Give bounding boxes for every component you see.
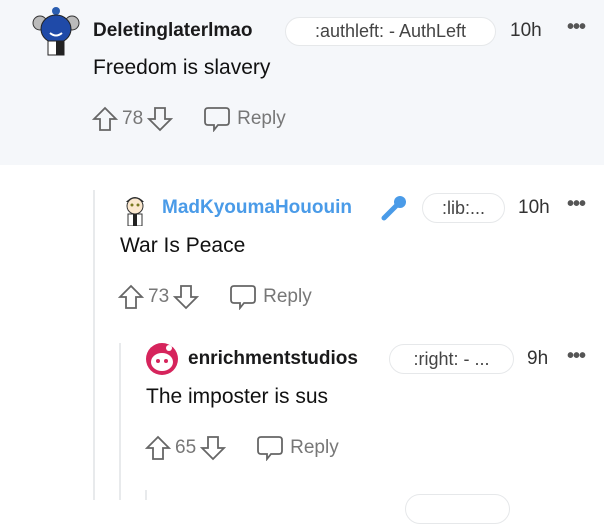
- reply-label: Reply: [263, 286, 312, 307]
- thread-line[interactable]: [93, 190, 95, 500]
- vote-count: 65: [175, 437, 197, 458]
- upvote-icon[interactable]: [145, 435, 171, 461]
- avatar[interactable]: [145, 342, 179, 376]
- more-options-button[interactable]: •••: [567, 193, 586, 216]
- comment-timestamp: 10h: [510, 20, 542, 41]
- vote-count: 78: [122, 108, 144, 129]
- more-options-button[interactable]: •••: [567, 16, 586, 39]
- user-flair: :authleft: - AuthLeft: [285, 17, 496, 46]
- comment-body: Freedom is slavery: [93, 56, 271, 79]
- avatar[interactable]: [32, 5, 80, 57]
- reply-label: Reply: [290, 437, 339, 458]
- reply-label: Reply: [237, 108, 286, 129]
- vote-count: 73: [148, 286, 170, 307]
- downvote-icon[interactable]: [200, 435, 227, 461]
- comment-timestamp: 10h: [518, 197, 550, 218]
- downvote-icon[interactable]: [173, 284, 200, 310]
- comment-actions: 65 Reply: [145, 435, 339, 461]
- upvote-icon[interactable]: [118, 284, 144, 310]
- user-flair: :right: - ...: [389, 344, 514, 374]
- more-options-button[interactable]: •••: [567, 345, 586, 368]
- comment-actions: 73 Reply: [118, 284, 312, 310]
- user-flair: :lib:...: [422, 193, 505, 223]
- speech-bubble-icon: [204, 107, 231, 132]
- snoo-avatar-icon: [146, 343, 178, 375]
- comment-username[interactable]: enrichmentstudios: [188, 348, 358, 370]
- speech-bubble-icon: [257, 436, 284, 461]
- speech-bubble-icon: [230, 285, 257, 310]
- microphone-icon: [381, 196, 406, 221]
- koala-avatar-icon: [32, 7, 80, 56]
- comment-body: The imposter is sus: [146, 385, 329, 408]
- comment-username[interactable]: Deletinglaterlmao: [93, 20, 252, 42]
- avatar[interactable]: [122, 192, 148, 227]
- thread-line[interactable]: [145, 490, 147, 500]
- user-flair-partial: [405, 494, 510, 524]
- reply-button[interactable]: Reply: [229, 284, 312, 310]
- downvote-icon[interactable]: [147, 106, 174, 132]
- comment-actions: 78 Reply: [92, 106, 286, 132]
- comment-body: War Is Peace: [120, 234, 246, 257]
- reply-button[interactable]: Reply: [203, 106, 286, 132]
- comment-timestamp: 9h: [527, 348, 549, 369]
- thread-line[interactable]: [119, 343, 121, 500]
- upvote-icon[interactable]: [92, 106, 118, 132]
- comment-username[interactable]: MadKyoumaHououin: [162, 197, 352, 219]
- reply-button[interactable]: Reply: [256, 435, 339, 461]
- character-avatar-icon: [126, 197, 144, 227]
